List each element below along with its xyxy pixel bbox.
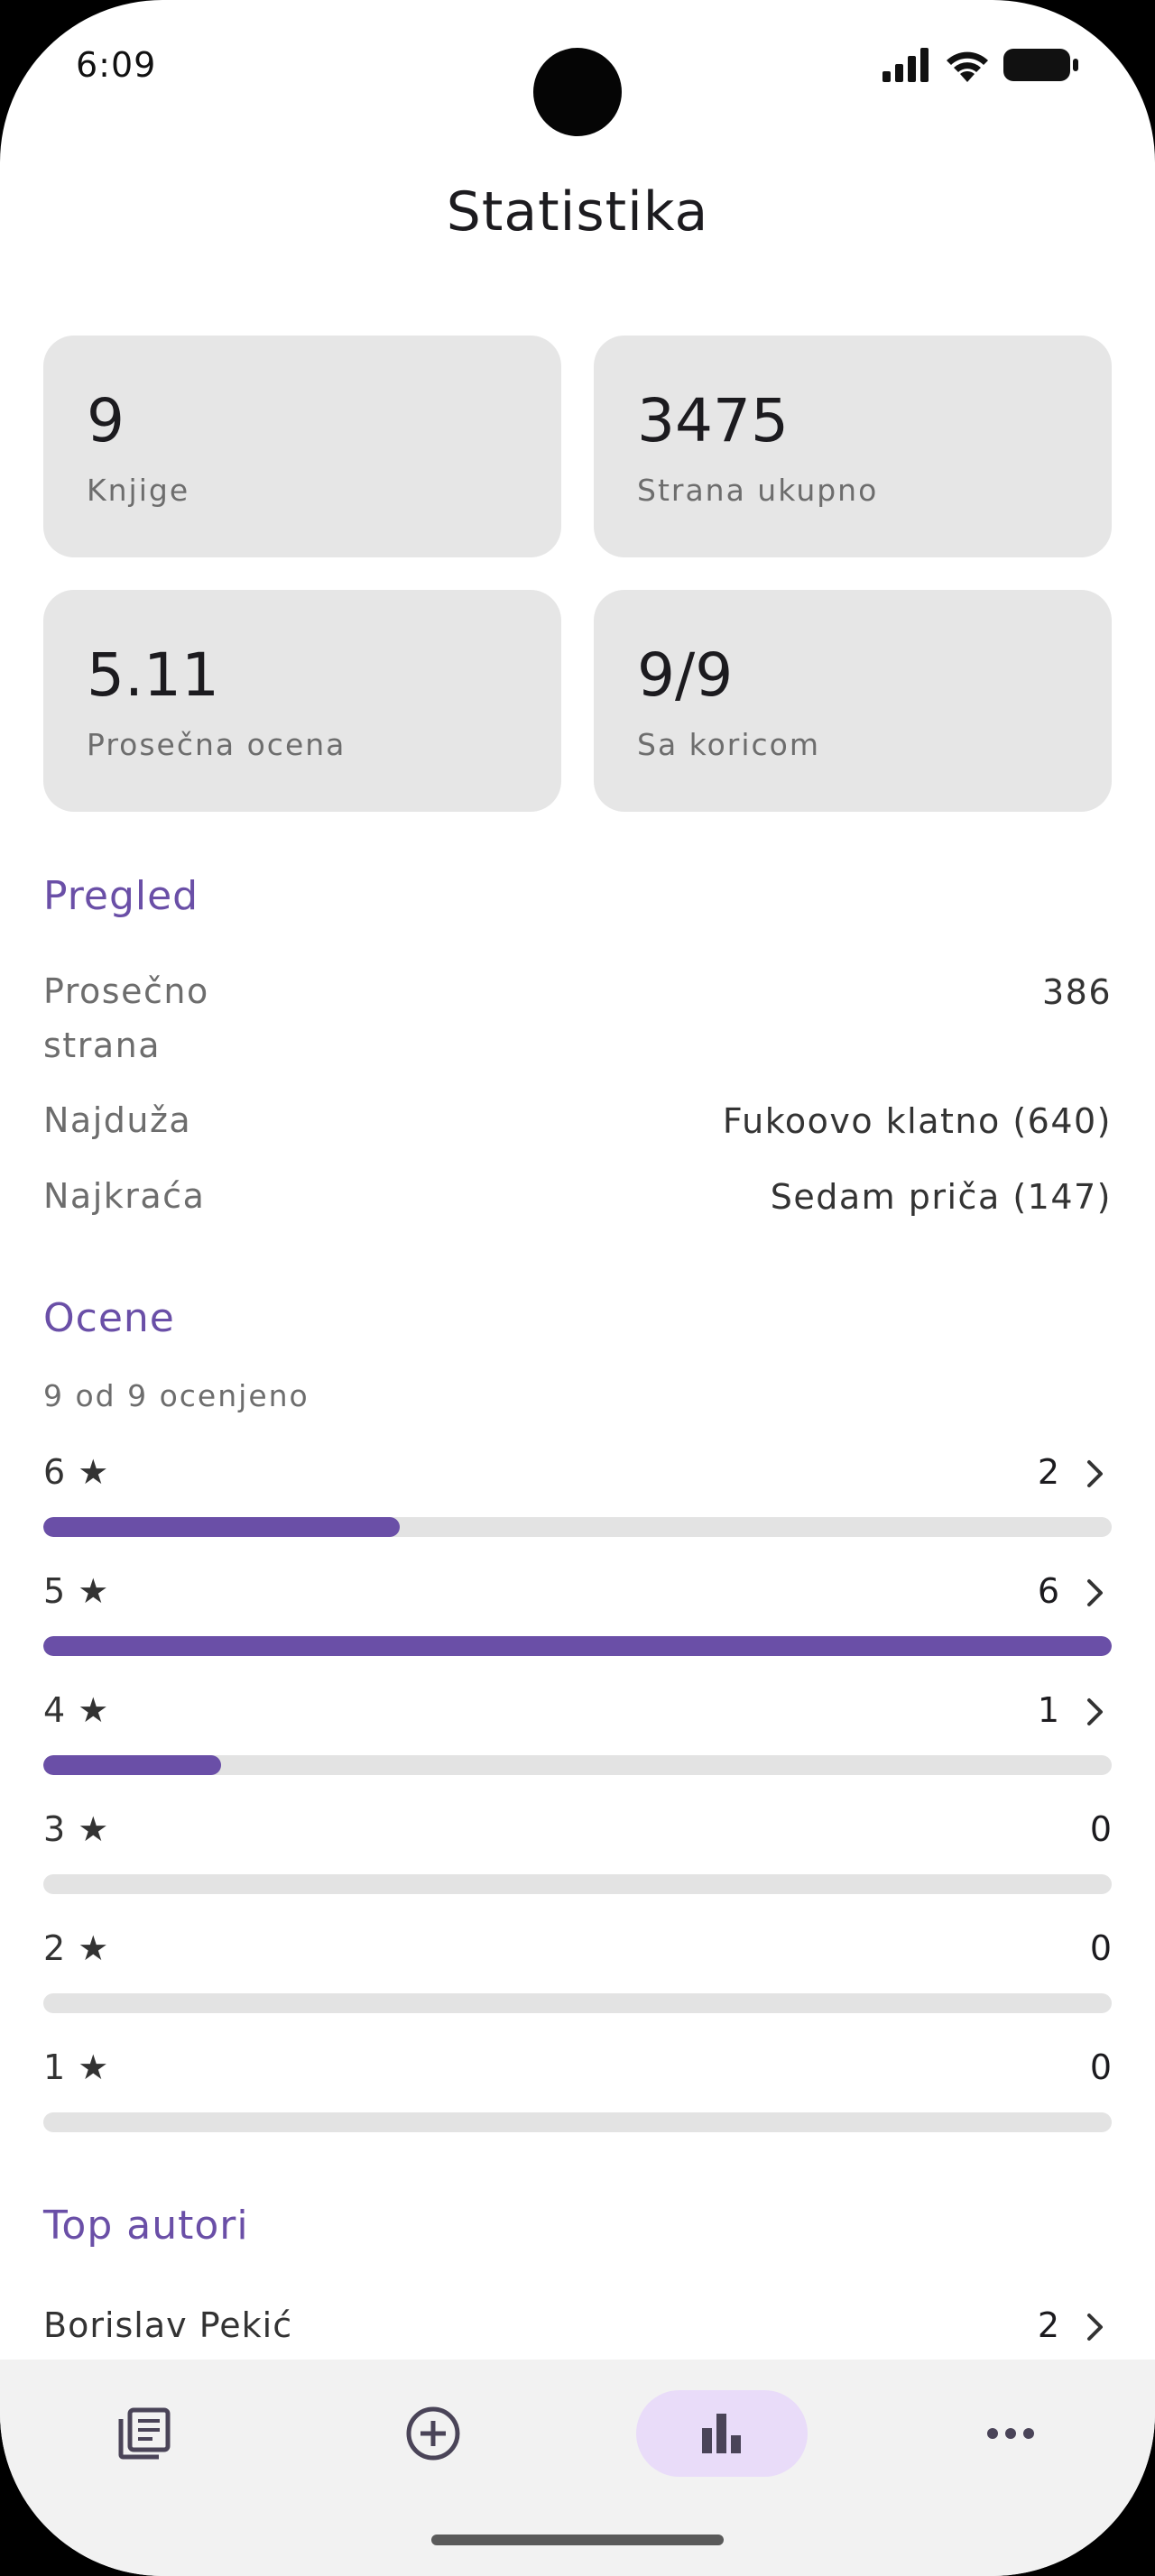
status-time: 6:09 <box>76 45 157 85</box>
rating-label: 5 ★ <box>43 1571 110 1611</box>
nav-more[interactable] <box>925 2390 1096 2477</box>
rating-bar-track <box>43 1874 1112 1894</box>
rating-bar-fill <box>43 1755 222 1775</box>
rating-bar-track <box>43 2112 1112 2132</box>
rating-bar-fill <box>43 1517 400 1537</box>
rating-label: 3 ★ <box>43 1809 110 1849</box>
signal-icon <box>882 48 929 82</box>
chevron-right-icon <box>1087 1579 1103 1606</box>
stat-label: Sa koricom <box>637 727 820 762</box>
battery-icon <box>1003 49 1078 81</box>
rating-label: 1 ★ <box>43 2047 110 2087</box>
stat-card-books: 9 Knjige <box>43 336 561 557</box>
rating-count: 0 <box>1089 1928 1112 1968</box>
section-title-top-authors: Top autori <box>43 2203 249 2249</box>
add-circle-icon <box>406 2406 460 2461</box>
chevron-right-icon <box>1087 1698 1103 1725</box>
rating-label: 2 ★ <box>43 1928 110 1968</box>
bar-chart-icon <box>702 2414 741 2453</box>
stat-value: 9/9 <box>637 640 734 710</box>
author-row[interactable]: Borislav Pekić 2 <box>43 2305 1112 2360</box>
section-title-ratings: Ocene <box>43 1295 175 1341</box>
author-book-count: 2 <box>1037 2305 1059 2345</box>
rating-count: 0 <box>1089 1809 1112 1849</box>
rating-label: 6 ★ <box>43 1452 110 1492</box>
rating-bar-track <box>43 1517 1112 1537</box>
rating-row-4[interactable]: 4 ★ 1 <box>43 1690 1112 1780</box>
home-indicator <box>431 2535 724 2545</box>
rating-count: 1 <box>1037 1690 1059 1730</box>
stat-value: 5.11 <box>87 640 219 710</box>
rating-row-2: 2 ★ 0 <box>43 1928 1112 2019</box>
rating-count: 2 <box>1037 1452 1059 1492</box>
chevron-right-icon <box>1087 2314 1103 2341</box>
stat-label: Strana ukupno <box>637 473 879 508</box>
rating-bar-fill <box>43 1636 1112 1656</box>
overview-value-longest: Fukoovo klatno (640) <box>722 1101 1112 1141</box>
screen: 6:09 Statistika 9 Knjige 3475 Strana uku… <box>0 0 1155 2576</box>
rating-label: 4 ★ <box>43 1690 110 1730</box>
stat-card-with-cover: 9/9 Sa koricom <box>594 590 1112 812</box>
library-icon <box>118 2407 171 2460</box>
overview-value-avg-pages: 386 <box>1041 972 1112 1012</box>
section-title-overview: Pregled <box>43 873 199 919</box>
author-name: Borislav Pekić <box>43 2305 293 2345</box>
label-line: Prosečno <box>43 971 209 1011</box>
nav-statistics[interactable] <box>636 2390 808 2477</box>
rating-bar-track <box>43 1755 1112 1775</box>
overview-value-shortest: Sedam priča (147) <box>770 1177 1112 1217</box>
overview-label-avg-pages: Prosečno strana <box>43 964 209 1072</box>
rating-row-6[interactable]: 6 ★ 2 <box>43 1452 1112 1542</box>
rating-bar-track <box>43 1993 1112 2013</box>
wifi-icon <box>947 51 988 82</box>
rating-bar-track <box>43 1636 1112 1656</box>
stat-value: 3475 <box>637 386 789 455</box>
more-icon <box>987 2428 1034 2439</box>
stat-card-pages: 3475 Strana ukupno <box>594 336 1112 557</box>
stat-label: Prosečna ocena <box>87 727 346 762</box>
page-title: Statistika <box>446 180 709 244</box>
front-camera <box>533 48 622 136</box>
status-icons <box>881 47 1079 83</box>
nav-library[interactable] <box>59 2390 230 2477</box>
ratings-summary: 9 od 9 ocenjeno <box>43 1378 310 1413</box>
rating-row-5[interactable]: 5 ★ 6 <box>43 1571 1112 1661</box>
overview-label-longest: Najduža <box>43 1100 192 1140</box>
stat-label: Knjige <box>87 473 190 508</box>
rating-row-1: 1 ★ 0 <box>43 2047 1112 2138</box>
rating-count: 6 <box>1037 1571 1059 1611</box>
stat-card-average-rating: 5.11 Prosečna ocena <box>43 590 561 812</box>
chevron-right-icon <box>1087 1460 1103 1487</box>
rating-count: 0 <box>1089 2047 1112 2087</box>
nav-add[interactable] <box>347 2390 519 2477</box>
label-line: strana <box>43 1026 161 1065</box>
stat-value: 9 <box>87 386 125 455</box>
rating-row-3: 3 ★ 0 <box>43 1809 1112 1900</box>
overview-label-shortest: Najkraća <box>43 1176 206 1216</box>
